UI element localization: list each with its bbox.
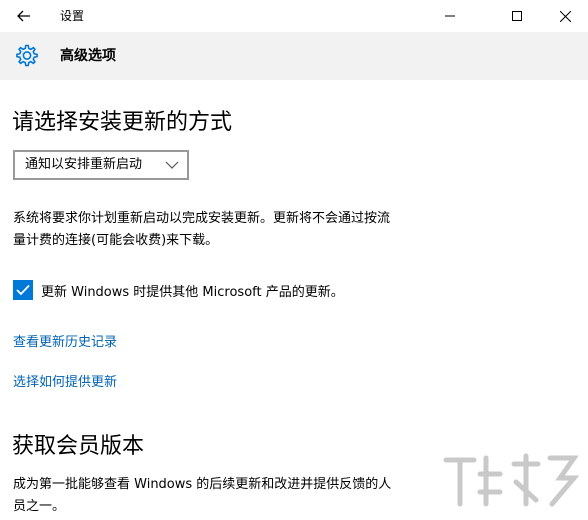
description-line: 量计费的连接(可能会收费)来下载。 [13, 233, 219, 248]
window-title: 设置 [60, 9, 85, 23]
update-method-description: 系统将要求你计划重新启动以完成安装更新。更新将不会通过按流 量计费的连接(可能会… [13, 208, 473, 252]
minimize-icon [445, 15, 455, 17]
description-line: 员之一。 [13, 499, 66, 514]
watermark-logo [443, 453, 580, 507]
choose-delivery-link[interactable]: 选择如何提供更新 [13, 371, 117, 390]
dropdown-selected-value: 通知以安排重新启动 [25, 157, 143, 172]
back-arrow-icon [17, 10, 30, 22]
page-header: 高级选项 [0, 32, 588, 80]
checkbox-label: 更新 Windows 时提供其他 Microsoft 产品的更新。 [41, 284, 344, 300]
view-update-history-link[interactable]: 查看更新历史记录 [13, 331, 117, 350]
back-button[interactable] [0, 0, 48, 32]
description-line: 系统将要求你计划重新启动以完成安装更新。更新将不会通过按流 [13, 211, 391, 226]
minimize-button[interactable] [427, 0, 473, 32]
chevron-down-icon [165, 161, 179, 169]
gear-icon [16, 44, 38, 67]
maximize-button[interactable] [494, 0, 540, 32]
title-bar: 设置 [0, 0, 588, 32]
close-icon [559, 10, 571, 22]
other-products-checkbox[interactable] [13, 280, 33, 300]
close-button[interactable] [542, 0, 588, 32]
checkmark-icon [16, 284, 30, 296]
description-line: 成为第一批能够查看 Windows 的后续更新和改进并提供反馈的人 [13, 477, 392, 492]
restart-option-dropdown[interactable]: 通知以安排重新启动 [13, 150, 189, 180]
update-method-heading: 请选择安装更新的方式 [12, 110, 233, 135]
maximize-icon [512, 11, 522, 21]
insider-heading: 获取会员版本 [12, 434, 145, 459]
other-products-checkbox-row[interactable]: 更新 Windows 时提供其他 Microsoft 产品的更新。 [13, 279, 344, 301]
insider-description: 成为第一批能够查看 Windows 的后续更新和改进并提供反馈的人 员之一。 [13, 474, 473, 518]
settings-window: 设置 高级选项 请选择安装更新的方式 通知以安排重新启动 系统将要求你计划重新启… [0, 0, 588, 520]
page-title: 高级选项 [60, 48, 116, 64]
